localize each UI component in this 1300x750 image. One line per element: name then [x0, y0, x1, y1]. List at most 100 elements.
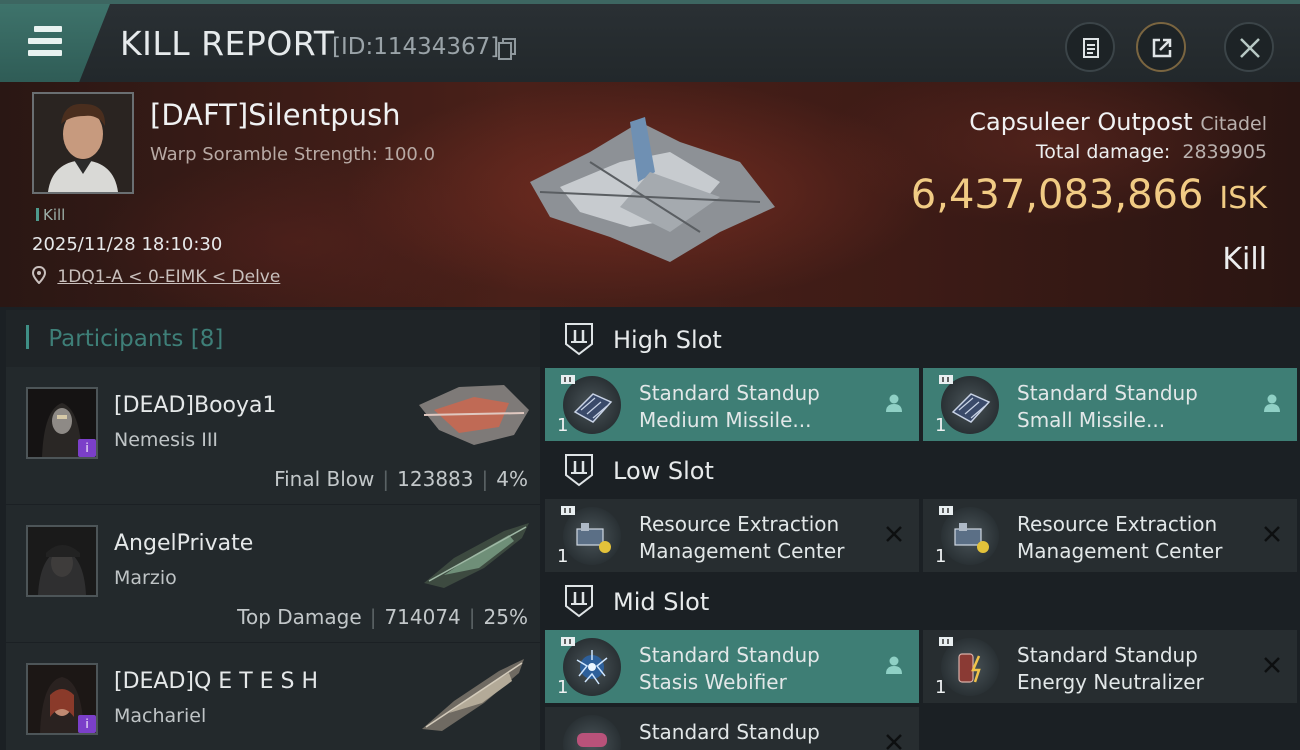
- module-item[interactable]: 1 Standard Standup Small Missile...: [923, 368, 1297, 441]
- kill-location[interactable]: 1DQ1-A < 0-EIMK < Delve: [31, 265, 280, 287]
- target-name: Capsuleer Outpost: [969, 108, 1193, 136]
- info-badge[interactable]: i: [78, 439, 96, 457]
- share-icon: [1152, 38, 1172, 58]
- module-tag-icon: [939, 506, 953, 515]
- victim-ship-image: [530, 117, 775, 262]
- participant-row[interactable]: AngelPrivate Marzio Top Damage | 714074 | 25…: [6, 505, 540, 642]
- close-button[interactable]: [1224, 22, 1274, 72]
- module-tag-icon: [561, 506, 575, 515]
- menu-button[interactable]: [0, 4, 110, 82]
- module-quantity: 1: [935, 415, 947, 436]
- x-icon: [1264, 526, 1280, 542]
- missile-launcher-icon: [941, 376, 999, 434]
- participants-label: Participants: [48, 326, 184, 352]
- module-name: Standard Standup Energy Neutralizer: [1017, 642, 1257, 696]
- location-link[interactable]: 1DQ1-A < 0-EIMK < Delve: [57, 267, 280, 287]
- stasis-webifier-icon: [563, 638, 621, 696]
- slot-header-high: High Slot: [545, 310, 1300, 368]
- module-name-line2: Management Center: [639, 539, 845, 563]
- module-quantity: 1: [935, 677, 947, 698]
- module-name: Standard Standup Medium Missile...: [639, 380, 879, 434]
- module-name-line2: Stasis Webifier: [639, 670, 787, 694]
- module-name-line1: Standard Standup: [639, 643, 820, 667]
- module-quantity: 1: [935, 546, 947, 567]
- participant-ship-image: [422, 659, 524, 731]
- participant-name: [DEAD]Booya1: [114, 393, 277, 418]
- participants-panel: Participants [8] i [DEAD]Booya1 Nemesis …: [6, 310, 540, 750]
- x-icon: [886, 526, 902, 542]
- resource-extraction-icon: [941, 507, 999, 565]
- menu-icon: [28, 26, 62, 62]
- damage-value: 714074: [384, 605, 461, 629]
- participants-count: [8]: [190, 326, 224, 352]
- person-icon: [1264, 394, 1280, 412]
- module-name: Standard Standup: [639, 719, 879, 746]
- participant-name: AngelPrivate: [114, 531, 254, 556]
- report-id: [ID:11434367]: [332, 34, 500, 60]
- participant-ship: Nemesis III: [114, 429, 219, 451]
- x-icon: [886, 734, 902, 750]
- high-slot-icon: [565, 323, 593, 356]
- participant-ship: Marzio: [114, 567, 177, 589]
- participant-ship: Machariel: [114, 705, 207, 727]
- slot-row-high: 1 Standard Standup Medium Missile... 1 S…: [545, 368, 1300, 441]
- module-quantity: 1: [557, 546, 569, 567]
- stat-label: Final Blow: [274, 467, 375, 491]
- participants-header: Participants [8]: [6, 310, 540, 367]
- missile-launcher-icon: [563, 376, 621, 434]
- participant-ship-image: [424, 523, 529, 588]
- module-name: Resource Extraction Management Center: [639, 511, 879, 565]
- module-item[interactable]: 1 Resource Extraction Management Center: [545, 499, 919, 572]
- mid-slot-icon: [565, 585, 593, 618]
- participant-stats: Final Blow | 123883 | 4%: [274, 467, 528, 491]
- module-item[interactable]: 1 Standard Standup Energy Neutralizer: [923, 630, 1297, 703]
- participant-stats: Top Damage | 714074 | 25%: [237, 605, 528, 629]
- module-icon: [563, 715, 621, 750]
- isk-unit: ISK: [1219, 181, 1267, 216]
- victim-portrait[interactable]: [32, 92, 134, 194]
- location-pin-icon: [31, 265, 47, 285]
- module-item[interactable]: Standard Standup: [545, 707, 919, 750]
- module-item[interactable]: 1 Standard Standup Stasis Webifier: [545, 630, 919, 703]
- person-icon: [886, 656, 902, 674]
- share-button[interactable]: [1136, 22, 1186, 72]
- module-quantity: 1: [557, 415, 569, 436]
- stat-label: Top Damage: [237, 605, 362, 629]
- kill-datetime: 2025/11/28 18:10:30: [32, 234, 223, 255]
- module-tag-icon: [561, 637, 575, 646]
- total-damage: Total damage: 2839905: [1036, 141, 1267, 163]
- low-slot-icon: [565, 454, 593, 487]
- participant-ship-image: [419, 385, 529, 445]
- module-tag-icon: [939, 637, 953, 646]
- slot-title-mid: Mid Slot: [613, 588, 710, 616]
- participant-row[interactable]: i [DEAD]Q E T E S H Machariel: [6, 643, 540, 750]
- resource-extraction-icon: [563, 507, 621, 565]
- participant-avatar: [26, 525, 98, 597]
- module-name-line2: Medium Missile...: [639, 408, 812, 432]
- isk-amount: 6,437,083,866: [910, 172, 1204, 218]
- slot-row-mid-2: Standard Standup: [545, 707, 1300, 750]
- x-icon: [1264, 657, 1280, 673]
- module-name-line1: Standard Standup: [639, 381, 820, 405]
- slot-row-low: 1 Resource Extraction Management Center …: [545, 499, 1300, 572]
- kill-tag: Kill: [36, 206, 65, 224]
- slot-title-low: Low Slot: [613, 457, 714, 485]
- slot-row-mid: 1 Standard Standup Stasis Webifier 1 Sta…: [545, 630, 1300, 703]
- module-item[interactable]: 1 Resource Extraction Management Center: [923, 499, 1297, 572]
- clipboard-icon: [1083, 38, 1099, 58]
- module-tag-icon: [939, 375, 953, 384]
- damage-percent: 25%: [483, 605, 528, 629]
- copy-icon[interactable]: [498, 38, 516, 60]
- module-name: Standard Standup Small Missile...: [1017, 380, 1257, 434]
- module-item[interactable]: 1 Standard Standup Medium Missile...: [545, 368, 919, 441]
- participant-row[interactable]: i [DEAD]Booya1 Nemesis III Final Blow | 12…: [6, 367, 540, 504]
- slot-header-low: Low Slot: [545, 441, 1300, 499]
- target-class: Citadel: [1200, 113, 1267, 135]
- energy-neutralizer-icon: [941, 638, 999, 696]
- victim-banner: [DAFT]Silentpush Warp Soramble Strength:…: [0, 82, 1300, 307]
- victim-name[interactable]: [DAFT]Silentpush: [150, 98, 401, 132]
- module-name: Resource Extraction Management Center: [1017, 511, 1257, 565]
- info-badge[interactable]: i: [78, 715, 96, 733]
- module-name-line1: Standard Standup: [1017, 643, 1198, 667]
- clipboard-button[interactable]: [1065, 22, 1115, 72]
